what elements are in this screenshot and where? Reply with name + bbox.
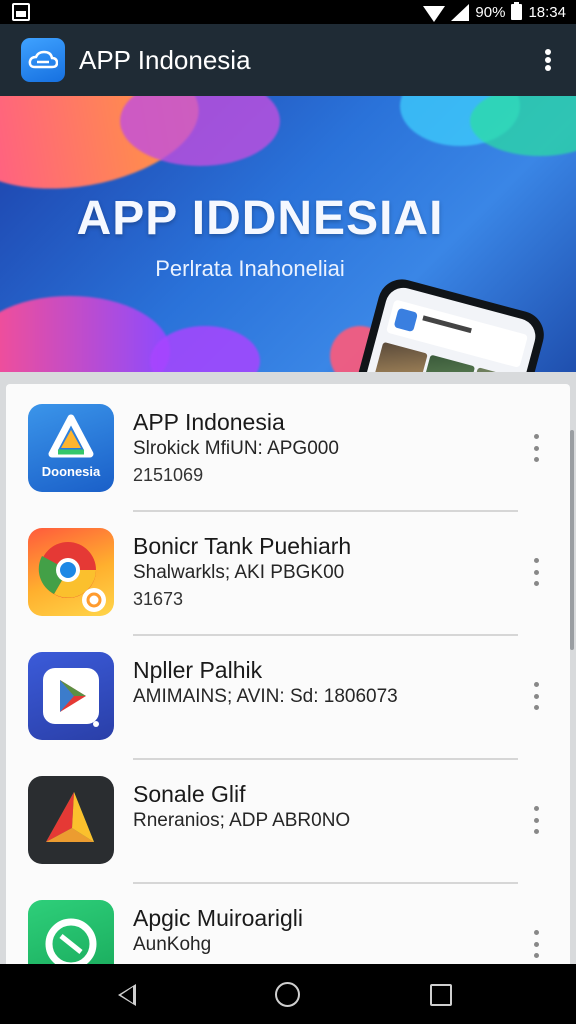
more-vert-icon[interactable]	[528, 682, 544, 710]
play-icon	[28, 652, 114, 740]
list-item-text: Apgic Muiroarigli AunKohg	[133, 904, 513, 958]
app-bar: APP Indonesia	[0, 24, 576, 96]
list-item-text: Sonale Glif Rneranios; ADP ABR0NO	[133, 780, 513, 834]
list-item[interactable]: Doonesia APP Indonesia Slrokick MfiUN: A…	[6, 384, 570, 508]
navigation-bar	[0, 964, 576, 1024]
wifi-icon	[423, 6, 446, 22]
banner-title: APP IDDNESIAI	[76, 192, 444, 245]
clock: 18:34	[528, 3, 566, 21]
phone-thumbnail	[370, 341, 428, 372]
cloud-icon	[21, 38, 65, 82]
more-vert-icon[interactable]	[528, 806, 544, 834]
app-number: 31673	[133, 589, 184, 609]
decor-blob	[470, 96, 576, 156]
list-item[interactable]: Apgic Muiroarigli AunKohg	[6, 880, 570, 964]
chrome-icon	[28, 528, 114, 616]
app-name: Sonale Glif	[133, 781, 246, 807]
app-meta: Rneranios; ADP ABR0NO	[133, 810, 351, 831]
decor-blob	[0, 296, 170, 372]
phone-app-logo	[393, 307, 419, 333]
list-item-text: APP Indonesia Slrokick MfiUN: APG000 215…	[133, 408, 513, 488]
banner-subtitle: Perlrata Inahoneliai	[155, 256, 345, 281]
more-vert-icon[interactable]	[528, 558, 544, 586]
triangle-multicolor-icon	[28, 776, 114, 864]
more-vert-icon[interactable]	[528, 930, 544, 958]
app-number: 2151069	[133, 465, 204, 485]
gallery-notification-icon	[12, 3, 30, 21]
more-vert-icon[interactable]	[528, 434, 544, 462]
battery-percent: 90%	[475, 3, 506, 21]
app-meta: AMIMAINS; AVIN: Sd: 1806073	[133, 686, 398, 707]
app-name: Apgic Muiroarigli	[133, 905, 304, 931]
battery-icon	[511, 2, 523, 20]
phone-header-text-bar	[422, 315, 472, 334]
decor-blob	[150, 326, 260, 372]
app-list: Doonesia APP Indonesia Slrokick MfiUN: A…	[6, 384, 570, 964]
scrollbar[interactable]	[570, 430, 574, 650]
list-item[interactable]: Sonale Glif Rneranios; ADP ABR0NO	[6, 756, 570, 880]
home-icon[interactable]	[275, 982, 300, 1007]
icon-caption: Doonesia	[41, 464, 101, 479]
signal-icon	[451, 3, 470, 21]
app-name: Npller Palhik	[133, 657, 263, 683]
recents-icon[interactable]	[430, 984, 452, 1006]
back-icon[interactable]	[118, 984, 136, 1006]
status-bar: 90% 18:34	[0, 0, 576, 24]
app-title: APP Indonesia	[79, 44, 251, 75]
app-meta: AunKohg	[133, 934, 212, 955]
app-meta: Slrokick MfiUN: APG000	[133, 438, 339, 459]
list-item[interactable]: Bonicr Tank Puehiarh Shalwarkls; AKI PBG…	[6, 508, 570, 632]
more-vert-icon[interactable]	[538, 46, 558, 74]
list-item[interactable]: Npller Palhik AMIMAINS; AVIN: Sd: 180607…	[6, 632, 570, 756]
list-item-text: Npller Palhik AMIMAINS; AVIN: Sd: 180607…	[133, 656, 513, 710]
promo-banner[interactable]: APP IDDNESIAI Perlrata Inahoneliai	[0, 96, 576, 372]
pin-icon	[28, 900, 114, 964]
triangle-logo-icon: Doonesia	[28, 404, 114, 492]
app-meta: Shalwarkls; AKI PBGK00	[133, 562, 345, 583]
list-item-text: Bonicr Tank Puehiarh Shalwarkls; AKI PBG…	[133, 532, 513, 612]
app-name: APP Indonesia	[133, 409, 285, 435]
status-indicators: 90% 18:34	[423, 0, 566, 24]
app-name: Bonicr Tank Puehiarh	[133, 533, 352, 559]
